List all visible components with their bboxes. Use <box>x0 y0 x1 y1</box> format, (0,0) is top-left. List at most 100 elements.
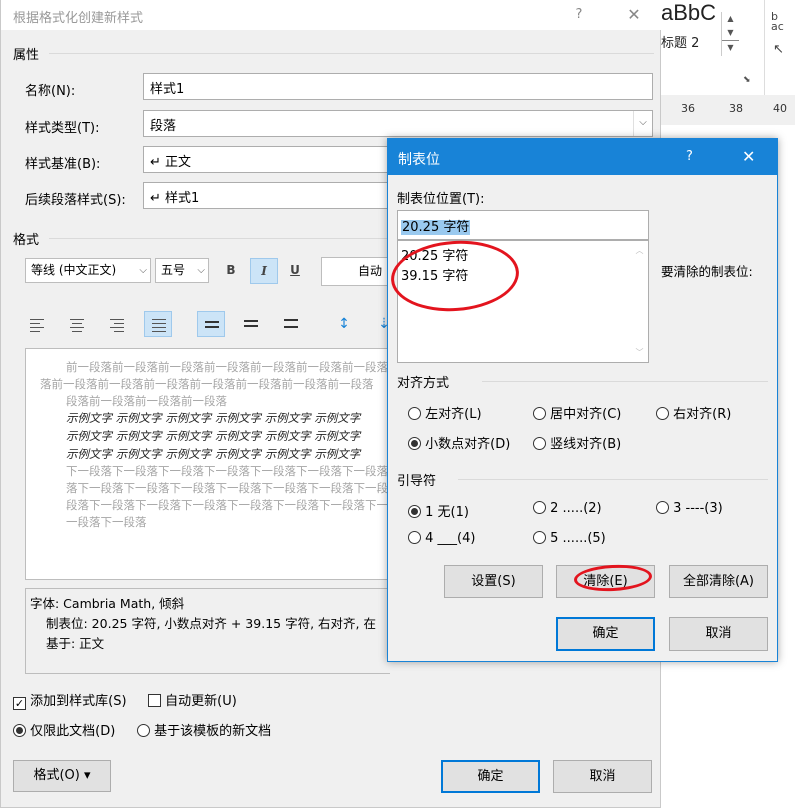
preview-next-line: 下一段落下一段落下一段落下一段落下一段落下一段落下一段落 <box>66 464 388 478</box>
checkbox-unchecked-icon <box>148 694 161 707</box>
chevron-up-icon: ︿ <box>635 246 644 255</box>
style-base-label: 样式基准(B): <box>25 157 101 172</box>
leader-underline-radio[interactable]: 4 ___(4) <box>408 531 475 546</box>
divider <box>764 0 765 95</box>
paragraph-spacing-icon[interactable]: ↕ <box>330 312 358 338</box>
leader-middle-dots-radio[interactable]: 5 ......(5) <box>533 531 606 546</box>
radio-unselected-icon <box>533 501 546 514</box>
description-base: 基于: 正文 <box>46 636 105 651</box>
preview-prev-line: 前一段落前一段落前一段落前一段落前一段落前一段落前一段落 <box>66 360 388 374</box>
font-color-select[interactable]: 自动 <box>321 257 391 286</box>
align-decimal-radio[interactable]: 小数点对齐(D) <box>408 433 510 452</box>
select-cursor-icon[interactable]: ↖ <box>773 42 784 57</box>
align-right-radio[interactable]: 右对齐(R) <box>656 403 731 422</box>
align-left-radio[interactable]: 左对齐(L) <box>408 403 482 422</box>
divider <box>482 381 768 382</box>
line-spacing-double-icon[interactable] <box>277 312 305 338</box>
help-button[interactable]: ? <box>564 0 594 30</box>
style-description: 字体: Cambria Math, 倾斜 制表位: 20.25 字符, 小数点对… <box>25 588 390 674</box>
this-doc-only-radio[interactable]: 仅限此文档(D) <box>13 720 115 739</box>
replace-icon[interactable]: b ac <box>771 11 784 32</box>
radio-label: 4 ___(4) <box>425 531 476 546</box>
bold-button[interactable]: B <box>217 258 245 284</box>
italic-button[interactable]: I <box>250 258 278 284</box>
preview-sample-line: 示例文字 示例文字 示例文字 示例文字 示例文字 示例文字 <box>66 411 361 425</box>
radio-unselected-icon <box>408 407 421 420</box>
tab-position-label: 制表位位置(T): <box>397 192 485 207</box>
ok-button[interactable]: 确定 <box>441 760 540 793</box>
title-bar: 根据格式化创建新样式 ? ✕ <box>1 0 662 30</box>
chevron-down-icon: ﹀ <box>635 348 644 357</box>
radio-label: 右对齐(R) <box>673 407 732 422</box>
preview-next-line: 段落下一段落下一段落下一段落下一段落下一段落下一段落下一段落 <box>66 498 390 512</box>
close-button[interactable]: ✕ <box>619 0 649 30</box>
chevron-down-icon: ⌵ <box>139 265 147 276</box>
radio-selected-icon <box>408 505 421 518</box>
name-input[interactable]: 样式1 <box>143 73 653 100</box>
ruler-mark: 38 <box>729 102 743 115</box>
tab-position-input[interactable]: 20.25 字符 <box>397 210 649 240</box>
preview-next-line: 一段落下一段落 <box>66 515 147 529</box>
scrollbar[interactable]: ︿ ﹀ <box>631 241 648 362</box>
auto-update-label: 自动更新(U) <box>165 694 237 709</box>
template-based-radio[interactable]: 基于该模板的新文档 <box>137 720 271 739</box>
chevron-down-icon: ⌵ <box>633 111 652 136</box>
align-center-radio[interactable]: 居中对齐(C) <box>533 403 621 422</box>
set-button[interactable]: 设置(S) <box>444 565 543 598</box>
add-to-gallery-checkbox[interactable]: ✓ 添加到样式库(S) <box>13 690 127 710</box>
style-type-label: 样式类型(T): <box>25 121 100 136</box>
radio-label: 2 .....(2) <box>550 501 602 516</box>
align-left-icon[interactable] <box>23 312 51 338</box>
next-style-label: 后续段落样式(S): <box>25 193 126 208</box>
leader-heading: 引导符 <box>397 474 437 489</box>
ribbon-fragment: aBbC 标题 2 ▲ ▼ ▼ ⬊ b ac ↖ <box>661 0 795 95</box>
align-right-icon[interactable] <box>103 312 131 338</box>
clear-all-button[interactable]: 全部清除(A) <box>669 565 768 598</box>
style-type-value: 段落 <box>150 119 177 134</box>
preview-prev-line: 落前一段落前一段落前一段落前一段落前一段落前一段落前一段落 <box>40 377 374 391</box>
style-type-select[interactable]: 段落 ⌵ <box>143 110 653 137</box>
size-select[interactable]: 五号 ⌵ <box>155 258 209 283</box>
auto-update-checkbox[interactable]: 自动更新(U) <box>148 690 237 709</box>
line-spacing-single-icon[interactable] <box>197 311 225 337</box>
preview-sample-line: 示例文字 示例文字 示例文字 示例文字 示例文字 示例文字 <box>66 447 361 461</box>
radio-label: 居中对齐(C) <box>550 407 622 422</box>
justify-icon[interactable] <box>144 311 172 337</box>
radio-unselected-icon <box>408 531 421 544</box>
radio-label: 1 无(1) <box>425 505 469 520</box>
close-button[interactable]: ✕ <box>742 147 755 166</box>
leader-none-radio[interactable]: 1 无(1) <box>408 501 469 520</box>
format-menu-button[interactable]: 格式(O) ▾ <box>13 760 111 792</box>
cancel-button[interactable]: 取消 <box>669 617 768 651</box>
name-label: 名称(N): <box>25 84 76 99</box>
font-select[interactable]: 等线 (中文正文) ⌵ <box>25 258 151 283</box>
dialog-title: 根据格式化创建新样式 <box>13 11 144 26</box>
checkbox-checked-icon: ✓ <box>13 697 26 710</box>
divider <box>49 53 654 54</box>
description-tabs: 制表位: 20.25 字符, 小数点对齐 + 39.15 字符, 右对齐, 在 <box>46 616 376 631</box>
underline-button[interactable]: U <box>281 258 309 284</box>
style-preview-pane: 前一段落前一段落前一段落前一段落前一段落前一段落前一段落 落前一段落前一段落前一… <box>25 348 390 580</box>
description-font: 字体: Cambria Math, 倾斜 <box>30 596 185 611</box>
align-bar-radio[interactable]: 竖线对齐(B) <box>533 433 621 452</box>
leader-dots-radio[interactable]: 2 .....(2) <box>533 501 602 516</box>
ruler-mark: 36 <box>681 102 695 115</box>
radio-unselected-icon <box>533 407 546 420</box>
cancel-button[interactable]: 取消 <box>553 760 652 793</box>
radio-selected-icon <box>13 724 26 737</box>
radio-label: 小数点对齐(D) <box>425 437 511 452</box>
format-heading: 格式 <box>13 233 40 248</box>
line-spacing-1-5-icon[interactable] <box>237 312 265 338</box>
help-button[interactable]: ? <box>686 149 693 164</box>
font-value: 等线 (中文正文) <box>31 263 117 277</box>
radio-unselected-icon <box>656 407 669 420</box>
align-center-icon[interactable] <box>63 312 91 338</box>
tabs-to-clear-label: 要清除的制表位: <box>661 264 753 279</box>
dialog-launcher-icon[interactable]: ⬊ <box>743 75 751 85</box>
preview-prev-line: 段落前一段落前一段落前一段落 <box>66 394 227 408</box>
ok-button[interactable]: 确定 <box>556 617 655 651</box>
style-preview-text: aBbC <box>661 0 717 25</box>
gallery-scroll[interactable]: ▲ ▼ ▼ <box>721 12 739 56</box>
style-name[interactable]: 标题 2 <box>661 32 699 51</box>
leader-dashes-radio[interactable]: 3 ----(3) <box>656 501 723 516</box>
